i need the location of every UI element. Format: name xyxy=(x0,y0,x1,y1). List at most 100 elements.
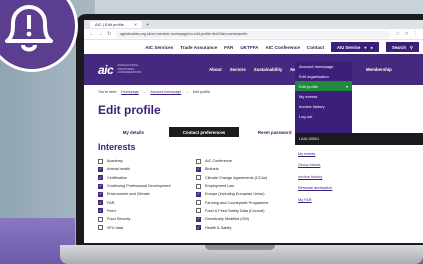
search-button[interactable]: Search ⚲ xyxy=(385,42,419,52)
browser-tab-title: AIC | Edit profile xyxy=(95,22,124,27)
interest-option[interactable]: ✓ Environment and Climate xyxy=(98,190,171,198)
interest-checkbox[interactable] xyxy=(196,175,201,181)
interest-label: Biofuels xyxy=(205,167,219,172)
interest-label: Environment and Climate xyxy=(107,192,150,197)
interest-option[interactable]: ✓ Feed xyxy=(98,207,171,215)
interest-checkbox[interactable]: ✓ xyxy=(98,175,103,181)
interest-label: AIC Conference xyxy=(205,159,233,164)
util-link-trade-assurance[interactable]: Trade Assurance xyxy=(180,45,217,50)
dropdown-item[interactable]: Edit profile ▾ xyxy=(295,81,352,91)
interest-option[interactable]: ✓ FAR xyxy=(98,198,171,206)
dropdown-item[interactable]: Account homepage xyxy=(295,61,352,71)
aic-logo[interactable]: aic xyxy=(98,63,114,77)
dropdown-item[interactable]: Edit organisation xyxy=(295,71,352,81)
interest-option[interactable]: Food & Feed Safety Data (Cocoral) xyxy=(196,207,269,215)
interest-label: Food Security xyxy=(107,217,131,222)
interest-label: Health & Safety xyxy=(205,225,232,230)
menu-icon[interactable]: ⋮ xyxy=(413,31,418,37)
bell-alert-icon xyxy=(5,5,53,52)
interest-checkbox[interactable]: ✓ xyxy=(196,191,201,197)
account-side-links: My events Group blocks Invoice history Rene… xyxy=(298,148,332,206)
profile-tabs: My details Contact preferences Reset pas… xyxy=(98,127,311,137)
interest-option[interactable]: ✓ Animal health xyxy=(98,165,171,173)
interest-checkbox[interactable] xyxy=(98,158,103,164)
browser-tab[interactable]: AIC | Edit profile ✕ xyxy=(90,21,143,28)
interests-heading: Interests xyxy=(98,142,136,152)
chevron-down-icon: ▾ xyxy=(364,44,367,50)
dropdown-item[interactable]: My events xyxy=(295,91,352,101)
nav-about[interactable]: About xyxy=(209,67,222,72)
interest-checkbox[interactable]: ✓ xyxy=(98,200,103,206)
account-side-link[interactable]: Group blocks xyxy=(298,160,332,172)
interest-option[interactable]: Food Security xyxy=(98,215,171,223)
tab-contact-preferences[interactable]: Contact preferences xyxy=(168,127,240,137)
account-side-link[interactable]: My FAR xyxy=(298,194,332,206)
interest-checkbox[interactable] xyxy=(98,216,103,222)
reload-icon[interactable]: ↻ xyxy=(107,31,111,37)
breadcrumb-current: Edit profile xyxy=(192,90,210,94)
interests-column-2: AIC Conference ✓ Biofuels Climate Change Ag… xyxy=(196,157,269,232)
forward-icon[interactable]: → xyxy=(98,31,103,37)
interest-label: Feed xyxy=(107,208,116,213)
interest-label: FAR xyxy=(107,200,115,205)
close-icon[interactable]: ✕ xyxy=(134,21,137,28)
nav-sectors[interactable]: Sectors xyxy=(230,67,246,72)
interest-checkbox[interactable]: ✓ xyxy=(98,191,103,197)
interest-label: Employment Law xyxy=(205,184,235,189)
interest-checkbox[interactable] xyxy=(196,158,201,164)
breadcrumb-account-homepage[interactable]: Account homepage xyxy=(150,90,181,94)
dropdown-item[interactable]: Log out xyxy=(295,111,352,121)
interest-checkbox[interactable] xyxy=(196,200,201,206)
interests-column-1: Academy ✓ Animal health ✓ Certification ✓ Cont… xyxy=(98,157,171,232)
account-side-link[interactable]: Invoice history xyxy=(298,171,332,183)
util-link-aic-services[interactable]: AIC Services xyxy=(145,45,173,50)
arrow-right-icon: → xyxy=(142,90,147,94)
main-navigation: aic AGRICULTURAL INDUSTRIES CONFEDERATIO… xyxy=(84,54,423,85)
interest-checkbox[interactable]: ✓ xyxy=(98,183,103,189)
interest-option[interactable]: ✓ Biofuels xyxy=(196,165,269,173)
interest-checkbox[interactable] xyxy=(98,225,103,231)
interest-checkbox[interactable] xyxy=(196,183,201,189)
util-link-contact[interactable]: Contact xyxy=(307,45,324,50)
interest-checkbox[interactable]: ✓ xyxy=(98,166,103,172)
browser-actions: ☆ □ ⋮ xyxy=(395,31,418,37)
interest-option[interactable]: SFU data xyxy=(98,223,171,231)
browser-address-bar: ← → ↻ agindustries.org.uk/cn-member-home… xyxy=(84,29,423,40)
interest-checkbox[interactable]: ✓ xyxy=(196,216,201,222)
new-tab-icon[interactable]: + xyxy=(146,22,149,28)
arrow-right-icon: → xyxy=(185,90,189,94)
extensions-icon[interactable]: □ xyxy=(405,31,408,37)
account-menu-button[interactable]: AIU Service ▾ ● xyxy=(331,42,379,52)
dropdown-item[interactable]: Invoice history xyxy=(295,101,352,111)
interest-checkbox[interactable] xyxy=(196,208,201,214)
interest-option[interactable]: Climate Change Agreements (CCAs) xyxy=(196,174,269,182)
account-side-link[interactable]: Renewal declaration xyxy=(298,183,332,195)
interest-option[interactable]: Employment Law xyxy=(196,182,269,190)
search-label: Search xyxy=(391,44,406,50)
interest-option[interactable]: ✓ Europe (Including European Union) xyxy=(196,190,269,198)
laptop-notch xyxy=(205,245,275,250)
account-side-link[interactable]: My events xyxy=(298,148,332,160)
nav-membership[interactable]: Membership xyxy=(366,54,392,85)
breadcrumb-homepage[interactable]: Homepage xyxy=(121,90,139,94)
interest-option[interactable]: ✓ Continuing Professional Development xyxy=(98,182,171,190)
interest-option[interactable]: ✓ Genetically Modified (GM) xyxy=(196,215,269,223)
util-link-uktffa[interactable]: UKTFFA xyxy=(240,45,258,50)
interest-checkbox[interactable]: ✓ xyxy=(98,208,103,214)
bookmark-icon[interactable]: ☆ xyxy=(395,31,399,37)
interest-checkbox[interactable]: ✓ xyxy=(196,225,201,231)
dropdown-item-label: My events xyxy=(299,93,318,99)
util-link-aic-conference[interactable]: AIC Conference xyxy=(265,45,299,50)
url-field[interactable]: agindustries.org.uk/cn-member-homepage/c… xyxy=(115,30,392,38)
interest-option[interactable]: ✓ Health & Safety xyxy=(196,223,269,231)
tab-my-details[interactable]: My details xyxy=(98,127,169,137)
interest-option[interactable]: Academy xyxy=(98,157,171,165)
interest-label: Europe (Including European Union) xyxy=(205,192,265,197)
interest-option[interactable]: AIC Conference xyxy=(196,157,269,165)
interest-checkbox[interactable]: ✓ xyxy=(196,166,201,172)
back-icon[interactable]: ← xyxy=(89,31,94,37)
nav-sustainability[interactable]: Sustainability xyxy=(254,67,283,72)
interest-option[interactable]: Farming and Countryside Programme xyxy=(196,198,269,206)
interest-option[interactable]: ✓ Certification xyxy=(98,174,171,182)
util-link-far[interactable]: FAR xyxy=(224,45,233,50)
